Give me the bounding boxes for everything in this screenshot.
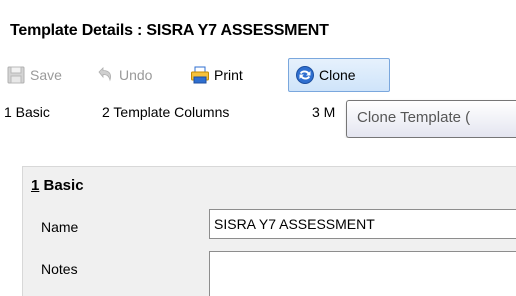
clone-tooltip: Clone Template ( bbox=[346, 100, 516, 138]
save-button[interactable]: Save bbox=[6, 60, 62, 90]
tab-template-columns[interactable]: 2 Template Columns bbox=[102, 104, 229, 120]
undo-label: Undo bbox=[119, 67, 153, 83]
save-label: Save bbox=[30, 67, 62, 83]
print-icon bbox=[190, 65, 210, 85]
window-title: Template Details : SISRA Y7 ASSESSMENT bbox=[10, 22, 329, 39]
content-area: 1 Basic Name SISRA Y7 ASSESSMENT Notes bbox=[0, 138, 516, 296]
clone-icon bbox=[295, 65, 315, 85]
section-title-text: Basic bbox=[39, 177, 84, 194]
name-input[interactable]: SISRA Y7 ASSESSMENT bbox=[209, 209, 516, 239]
section-title: 1 Basic bbox=[31, 177, 84, 194]
clone-button[interactable]: Clone bbox=[288, 58, 390, 92]
clone-label: Clone bbox=[319, 67, 356, 83]
name-label: Name bbox=[41, 219, 79, 235]
print-button[interactable]: Print bbox=[190, 60, 243, 90]
toolbar: Save Undo Print Clone bbox=[0, 56, 516, 94]
save-icon bbox=[6, 65, 26, 85]
undo-icon bbox=[95, 65, 115, 85]
undo-button[interactable]: Undo bbox=[95, 60, 152, 90]
window-header: Template Details : SISRA Y7 ASSESSMENT bbox=[0, 0, 516, 56]
notes-label: Notes bbox=[41, 261, 78, 277]
tab-3[interactable]: 3 M bbox=[312, 104, 350, 120]
notes-input[interactable] bbox=[209, 251, 516, 296]
tab-basic[interactable]: 1 Basic bbox=[4, 104, 50, 120]
basic-panel: 1 Basic Name SISRA Y7 ASSESSMENT Notes bbox=[22, 166, 516, 296]
print-label: Print bbox=[214, 67, 243, 83]
